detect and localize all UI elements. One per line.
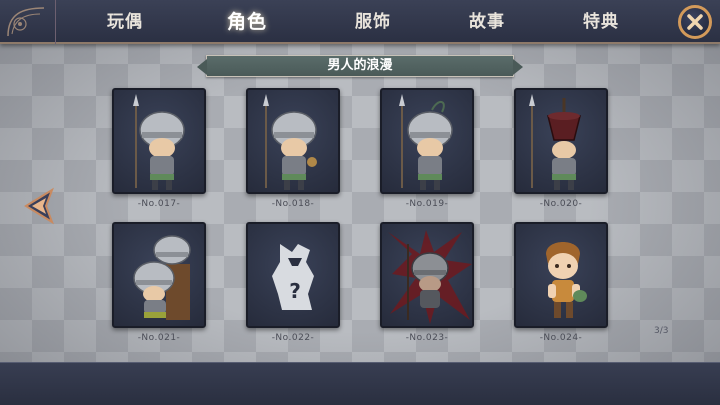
stacked-soldiers-icon [133, 235, 191, 320]
boy-character-icon [546, 242, 587, 318]
top-nav-bar: 玩偶 角色 服饰 故事 特典 [0, 0, 720, 44]
character-card-017[interactable] [112, 88, 206, 194]
page-indicator: 3/3 [654, 326, 669, 336]
character-card-024[interactable] [514, 222, 608, 328]
ornament-corner [0, 0, 56, 44]
cursed-soldier-icon [388, 230, 472, 324]
card-label: -No.019- [405, 199, 449, 209]
close-icon [687, 14, 703, 30]
tab-list: 玩偶 角色 服饰 故事 特典 [60, 0, 660, 44]
section-title-banner: 男人的浪漫 [197, 55, 523, 77]
card-label: -No.024- [539, 333, 583, 343]
card-label: -No.018- [271, 199, 315, 209]
prev-page-button[interactable] [22, 186, 58, 226]
card-label: -No.023- [405, 333, 449, 343]
tab-extras[interactable]: 特典 [556, 8, 646, 36]
svg-text:?: ? [289, 279, 301, 303]
card-label: -No.017- [137, 199, 181, 209]
card-label: -No.022- [271, 333, 315, 343]
close-button[interactable] [678, 5, 712, 39]
character-card-018[interactable] [246, 88, 340, 194]
character-card-019[interactable] [380, 88, 474, 194]
locked-mystery-icon: ? [272, 244, 314, 310]
character-card-023[interactable] [380, 222, 474, 328]
tab-dolls[interactable]: 玩偶 [80, 8, 170, 36]
soldier-tall-hat-icon [529, 94, 581, 190]
card-label: -No.020- [539, 199, 583, 209]
spear-soldier-icon [263, 94, 317, 190]
ornament-icon [7, 7, 45, 37]
character-card-021[interactable] [112, 222, 206, 328]
bottom-bar [0, 362, 720, 405]
character-card-022-locked[interactable]: ? [246, 222, 340, 328]
tab-costumes[interactable]: 服饰 [328, 8, 418, 36]
spear-soldier-plumed-icon [399, 94, 453, 190]
spear-soldier-icon [133, 94, 185, 190]
character-card-020[interactable] [514, 88, 608, 194]
tab-stories[interactable]: 故事 [442, 8, 532, 36]
arrow-left-icon [24, 187, 54, 225]
card-label: -No.021- [137, 333, 181, 343]
tab-characters[interactable]: 角色 [202, 8, 292, 36]
